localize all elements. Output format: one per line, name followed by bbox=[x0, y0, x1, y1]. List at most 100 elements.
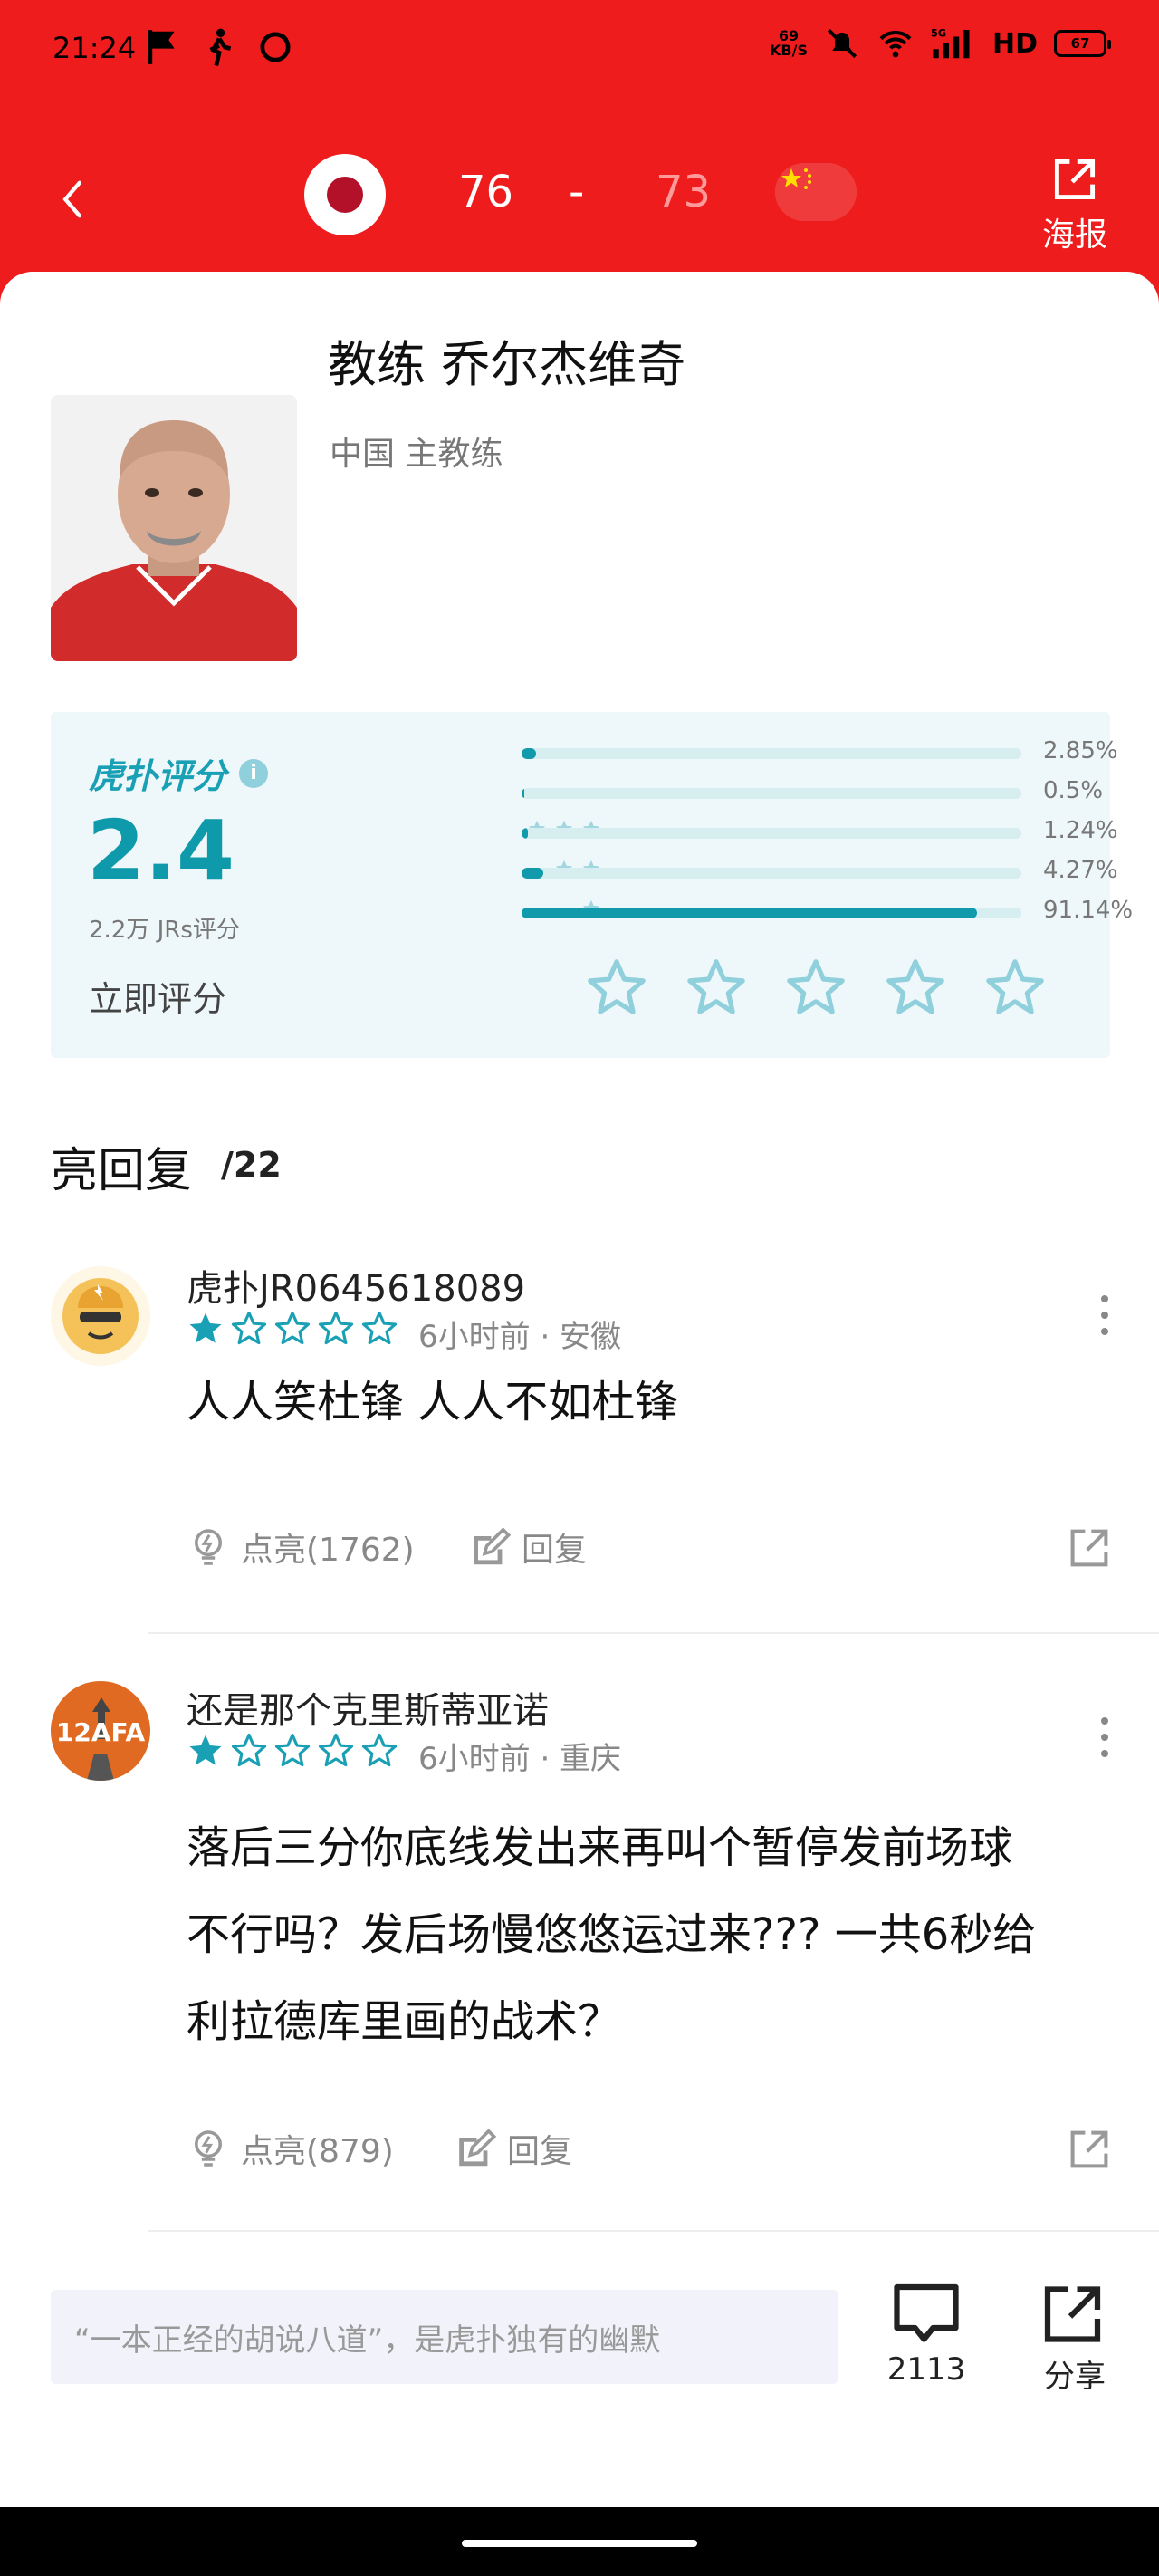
star-outline-icon bbox=[886, 959, 944, 1014]
comment-rating-stars bbox=[187, 1310, 398, 1348]
coach-photo bbox=[51, 395, 297, 661]
comment-item: 12AFA 还是那个克里斯蒂亚诺 6小时前 · 重庆 落后三分你底线发出来再叫个… bbox=[0, 1681, 1159, 2243]
comment-input[interactable]: “一本正经的胡说八道”，是虎扑独有的幽默 bbox=[51, 2290, 838, 2384]
distribution-bar-fill bbox=[522, 788, 524, 799]
rate-star-button[interactable] bbox=[585, 956, 648, 1024]
rating-card: 虎扑评分 i 2.4 2.2万 JRs评分 立即评分 2.85% 0.5% 1.24… bbox=[51, 712, 1133, 1058]
coach-portrait-illustration bbox=[51, 395, 297, 661]
edit-icon bbox=[459, 2129, 496, 2167]
star-outline-icon bbox=[231, 1733, 267, 1767]
poster-button[interactable]: 海报 bbox=[1034, 154, 1116, 255]
net-speed: 69 KB/S bbox=[770, 29, 808, 58]
avatar[interactable]: 12AFA bbox=[51, 1681, 150, 1781]
comments-button[interactable]: 2113 bbox=[876, 2283, 976, 2388]
distribution-percent: 2.85% bbox=[1043, 737, 1118, 764]
default-avatar-icon bbox=[51, 1266, 150, 1366]
star-outline-icon bbox=[361, 1733, 398, 1767]
rating-brand: 虎扑评分 i bbox=[89, 748, 269, 798]
distribution-percent: 91.14% bbox=[1043, 897, 1134, 924]
distribution-bar-track bbox=[522, 788, 1021, 799]
comment-actions: 点亮(879) 回复 bbox=[187, 2125, 1110, 2179]
star-outline-icon bbox=[318, 1733, 354, 1767]
score-nav: 76 - 73 海报 bbox=[0, 136, 1159, 263]
like-label: 点亮(1762) bbox=[241, 1532, 415, 1569]
mute-bell-icon bbox=[827, 28, 857, 59]
walking-person-icon bbox=[209, 28, 232, 66]
comment-username[interactable]: 虎扑JR0645618089 bbox=[187, 1259, 525, 1312]
distribution-bar-track bbox=[522, 908, 1021, 918]
star-outline-icon bbox=[318, 1311, 354, 1345]
divider bbox=[148, 2230, 1159, 2232]
comment-body: 落后三分你底线发出来再叫个暂停发前场球 不行吗？发后场慢悠悠运过来??? 一共6… bbox=[187, 1804, 1101, 2065]
chevron-left-icon bbox=[62, 180, 81, 218]
distribution-bar-track bbox=[522, 748, 1021, 759]
more-options-icon[interactable] bbox=[1097, 1717, 1112, 1757]
top-header: 21:24 69 KB/S 5G HD 67 76 - 73 海报 bbox=[0, 0, 1159, 308]
status-left-icons bbox=[145, 27, 293, 67]
battery-level: 67 bbox=[1070, 35, 1090, 52]
status-right: 69 KB/S 5G HD 67 bbox=[770, 25, 1111, 62]
back-button[interactable] bbox=[45, 172, 100, 226]
comment-actions: 点亮(1762) 回复 bbox=[187, 1523, 1110, 1578]
like-button[interactable]: 点亮(1762) bbox=[187, 1523, 415, 1571]
like-button[interactable]: 点亮(879) bbox=[187, 2125, 394, 2172]
rate-star-button[interactable] bbox=[983, 956, 1047, 1024]
rate-now-label[interactable]: 立即评分 bbox=[89, 971, 226, 1021]
share-icon[interactable] bbox=[1068, 1527, 1110, 1569]
rate-star-button[interactable] bbox=[784, 956, 848, 1024]
star-outline-icon bbox=[687, 959, 745, 1014]
comment-count: 2113 bbox=[886, 2351, 966, 2388]
rate-star-button[interactable] bbox=[685, 956, 748, 1024]
rating-distribution-row: 2.85% bbox=[377, 737, 1118, 764]
distribution-bar-fill bbox=[522, 828, 528, 839]
status-bar: 21:24 69 KB/S 5G HD 67 bbox=[0, 0, 1159, 100]
signal-icon: 5G bbox=[931, 28, 970, 59]
reply-label: 回复 bbox=[507, 2133, 573, 2170]
distribution-percent: 1.24% bbox=[1043, 817, 1118, 844]
more-options-icon[interactable] bbox=[1097, 1295, 1112, 1335]
comment-bubble-icon bbox=[894, 2283, 959, 2342]
comment-meta: 6小时前 · 重庆 bbox=[418, 1741, 622, 1777]
rating-distribution-row: 0.5% bbox=[377, 777, 1103, 804]
poster-label: 海报 bbox=[1041, 216, 1107, 254]
distribution-bar-track bbox=[522, 828, 1021, 839]
external-link-icon bbox=[1054, 159, 1096, 200]
coach-name: 教练 乔尔杰维奇 bbox=[328, 336, 686, 393]
sync-icon bbox=[260, 32, 291, 62]
wifi-icon bbox=[879, 31, 912, 58]
hd-label: HD bbox=[991, 27, 1038, 60]
rating-brand-text: 虎扑评分 bbox=[89, 756, 227, 796]
distribution-bar-fill bbox=[522, 748, 536, 759]
coach-role: 中国 主教练 bbox=[330, 436, 503, 473]
reply-button[interactable]: 回复 bbox=[467, 1523, 587, 1571]
away-team-flag[interactable] bbox=[775, 163, 857, 221]
system-nav-bar bbox=[0, 2507, 1159, 2576]
share-button[interactable]: 分享 bbox=[1025, 2283, 1125, 2396]
star-outline-icon bbox=[986, 959, 1044, 1014]
rating-distribution-row: 91.14% bbox=[377, 897, 1133, 924]
star-outline-icon bbox=[787, 959, 845, 1014]
distribution-bar-fill bbox=[522, 868, 543, 879]
comment-rating-stars bbox=[187, 1732, 398, 1770]
status-time: 21:24 bbox=[53, 31, 137, 65]
reply-button[interactable]: 回复 bbox=[453, 2125, 572, 2172]
lightbulb-icon bbox=[195, 1529, 222, 1565]
comment-username[interactable]: 还是那个克里斯蒂亚诺 bbox=[187, 1681, 549, 1734]
star-outline-icon bbox=[361, 1311, 398, 1345]
share-label: 分享 bbox=[1044, 2359, 1106, 2395]
home-gesture-handle[interactable] bbox=[462, 2540, 697, 2547]
user-avatar-image: 12AFA bbox=[51, 1681, 150, 1781]
net-speed-unit: KB/S bbox=[770, 42, 808, 59]
lightbulb-icon bbox=[195, 2130, 222, 2167]
home-team-flag[interactable] bbox=[304, 154, 386, 235]
avatar[interactable] bbox=[51, 1266, 150, 1366]
rating-count: 2.2万 JRs评分 bbox=[89, 917, 240, 944]
comment-meta: 6小时前 · 安徽 bbox=[418, 1319, 622, 1355]
comment-body-line: 利拉德库里画的战术？ bbox=[187, 1996, 622, 2047]
flag-icon bbox=[148, 30, 175, 64]
rate-star-button[interactable] bbox=[884, 956, 947, 1024]
info-icon[interactable]: i bbox=[239, 758, 269, 788]
replies-count: /22 bbox=[221, 1145, 282, 1185]
reply-label: 回复 bbox=[522, 1532, 588, 1569]
share-icon[interactable] bbox=[1068, 2129, 1110, 2170]
